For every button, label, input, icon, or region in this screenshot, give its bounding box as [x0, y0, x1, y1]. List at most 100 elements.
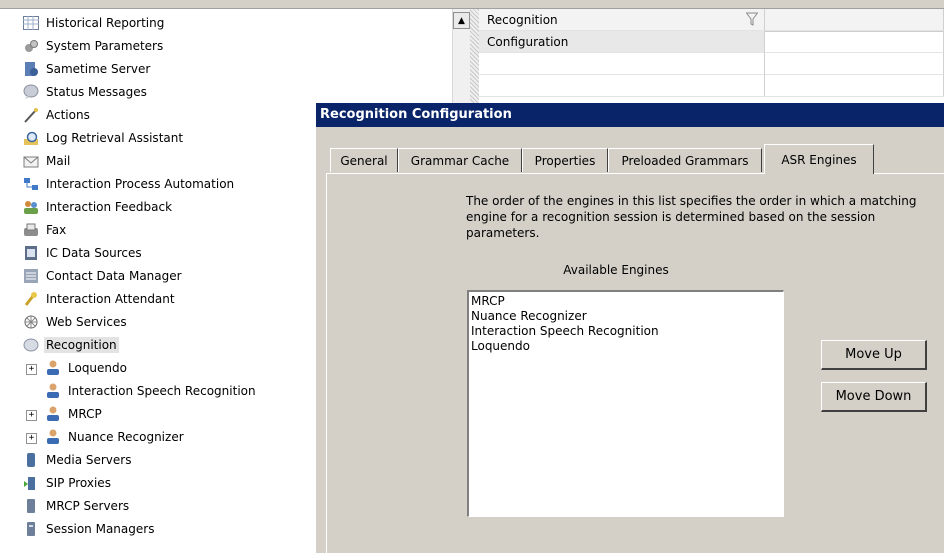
mrcp-server-icon [22, 497, 40, 515]
available-engines-listbox[interactable]: MRCP Nuance Recognizer Interaction Speec… [467, 290, 784, 517]
media-server-icon [22, 451, 40, 469]
tree-item-label: Media Servers [46, 453, 132, 467]
tree-item-mrcp[interactable]: MRCP [44, 403, 104, 425]
tree-item-ic-data-sources[interactable]: IC Data Sources [22, 242, 144, 264]
server-icon [22, 60, 40, 78]
tree-item-label: Sametime Server [46, 62, 151, 76]
tree-item-label: Recognition [44, 337, 119, 353]
tree-item-label: IC Data Sources [46, 246, 142, 260]
detail-grid: Recognition Configuration [479, 9, 944, 109]
tree-item-label: MRCP Servers [46, 499, 130, 513]
grid-cell-empty [765, 53, 944, 75]
tab-grammar-cache[interactable]: Grammar Cache [398, 148, 522, 172]
tree-item-fax[interactable]: Fax [22, 219, 68, 241]
recognition-icon [22, 336, 40, 354]
tree-item-mrcp-servers[interactable]: MRCP Servers [22, 495, 131, 517]
grid-column-header-label: Recognition [487, 13, 558, 27]
tree-item-historical-reporting[interactable]: Historical Reporting [22, 12, 166, 34]
tree-item-label: Interaction Feedback [46, 200, 173, 214]
top-toolbar-strip [0, 0, 944, 9]
tree-item-label: Mail [46, 154, 71, 168]
tab-general[interactable]: General [330, 148, 398, 172]
tree-item-label: Fax [46, 223, 67, 237]
tree-item-label: Status Messages [46, 85, 147, 99]
dialog-title-bar[interactable]: Recognition Configuration [316, 103, 944, 127]
scroll-up-arrow-icon[interactable]: ▲ [453, 12, 470, 29]
engine-list-item[interactable]: Nuance Recognizer [471, 309, 781, 324]
tree-item-actions[interactable]: Actions [22, 104, 92, 126]
grid-cell-empty [765, 75, 944, 97]
tree-item-sametime-server[interactable]: Sametime Server [22, 58, 152, 80]
tree-item-sip-proxies[interactable]: SIP Proxies [22, 472, 113, 494]
wand-icon [22, 106, 40, 124]
filter-icon[interactable] [746, 12, 758, 26]
tree-item-label: Interaction Speech Recognition [68, 384, 256, 398]
tree-item-label: Loquendo [68, 361, 127, 375]
grid-cell-label: Configuration [487, 35, 569, 49]
tree-item-loquendo[interactable]: Loquendo [44, 357, 129, 379]
tree-item-interaction-speech-recognition[interactable]: Interaction Speech Recognition [44, 380, 258, 402]
expand-nuance-toggle[interactable]: + [26, 433, 37, 444]
contact-data-icon [22, 267, 40, 285]
tree-item-label: Interaction Attendant [46, 292, 175, 306]
attendant-icon [22, 290, 40, 308]
tree-item-mail[interactable]: Mail [22, 150, 72, 172]
tree-item-label: Historical Reporting [46, 16, 165, 30]
tree-item-label: System Parameters [46, 39, 164, 53]
tree-item-label: Web Services [46, 315, 127, 329]
user-icon [44, 382, 62, 400]
tab-preloaded-grammars[interactable]: Preloaded Grammars [608, 148, 762, 172]
tab-properties[interactable]: Properties [522, 148, 608, 172]
data-source-icon [22, 244, 40, 262]
tree-item-status-messages[interactable]: Status Messages [22, 81, 149, 103]
gears-icon [22, 37, 40, 55]
tree-item-contact-data-manager[interactable]: Contact Data Manager [22, 265, 184, 287]
grid-row-empty [479, 53, 765, 75]
process-icon [22, 175, 40, 193]
session-manager-icon [22, 520, 40, 538]
user-icon [44, 428, 62, 446]
move-down-button[interactable]: Move Down [821, 382, 927, 412]
sip-proxy-icon [22, 474, 40, 492]
engine-list-item[interactable]: Interaction Speech Recognition [471, 324, 781, 339]
speech-bubble-icon [22, 83, 40, 101]
grid-row-empty [479, 75, 765, 97]
people-icon [22, 198, 40, 216]
tree-item-interaction-feedback[interactable]: Interaction Feedback [22, 196, 174, 218]
magnifier-log-icon [22, 129, 40, 147]
available-engines-label: Available Engines [563, 263, 669, 277]
tree-item-media-servers[interactable]: Media Servers [22, 449, 133, 471]
recognition-configuration-dialog: Recognition Configuration General Gramma… [315, 103, 944, 554]
tree-item-interaction-process-automation[interactable]: Interaction Process Automation [22, 173, 236, 195]
tree-item-label: Actions [46, 108, 90, 122]
tree-item-label: Log Retrieval Assistant [46, 131, 184, 145]
user-icon [44, 405, 62, 423]
tree-item-label: SIP Proxies [46, 476, 111, 490]
tree-item-label: Contact Data Manager [46, 269, 182, 283]
move-up-button[interactable]: Move Up [821, 340, 927, 370]
engine-order-description: The order of the engines in this list sp… [466, 194, 917, 240]
grid-row-configuration[interactable]: Configuration [479, 31, 765, 53]
fax-icon [22, 221, 40, 239]
engine-list-item[interactable]: Loquendo [471, 339, 781, 354]
grid-column-header[interactable]: Recognition [479, 9, 765, 31]
tree-item-label: MRCP [68, 407, 102, 421]
tree-item-label: Nuance Recognizer [68, 430, 184, 444]
tree-item-recognition[interactable]: Recognition [22, 334, 119, 356]
expand-loquendo-toggle[interactable]: + [26, 364, 37, 375]
expand-mrcp-toggle[interactable]: + [26, 410, 37, 421]
tab-asr-engines[interactable]: ASR Engines [764, 144, 874, 174]
tree-item-system-parameters[interactable]: System Parameters [22, 35, 165, 57]
tree-item-session-managers[interactable]: Session Managers [22, 518, 156, 540]
tree-item-nuance-recognizer[interactable]: Nuance Recognizer [44, 426, 186, 448]
tree-item-label: Session Managers [46, 522, 155, 536]
grid-report-icon [22, 14, 40, 32]
tree-item-label: Interaction Process Automation [46, 177, 235, 191]
tree-item-interaction-attendant[interactable]: Interaction Attendant [22, 288, 177, 310]
web-services-icon [22, 313, 40, 331]
tree-item-web-services[interactable]: Web Services [22, 311, 129, 333]
user-icon [44, 359, 62, 377]
tree-item-log-retrieval-assistant[interactable]: Log Retrieval Assistant [22, 127, 185, 149]
mail-icon [22, 152, 40, 170]
engine-list-item[interactable]: MRCP [471, 294, 781, 309]
